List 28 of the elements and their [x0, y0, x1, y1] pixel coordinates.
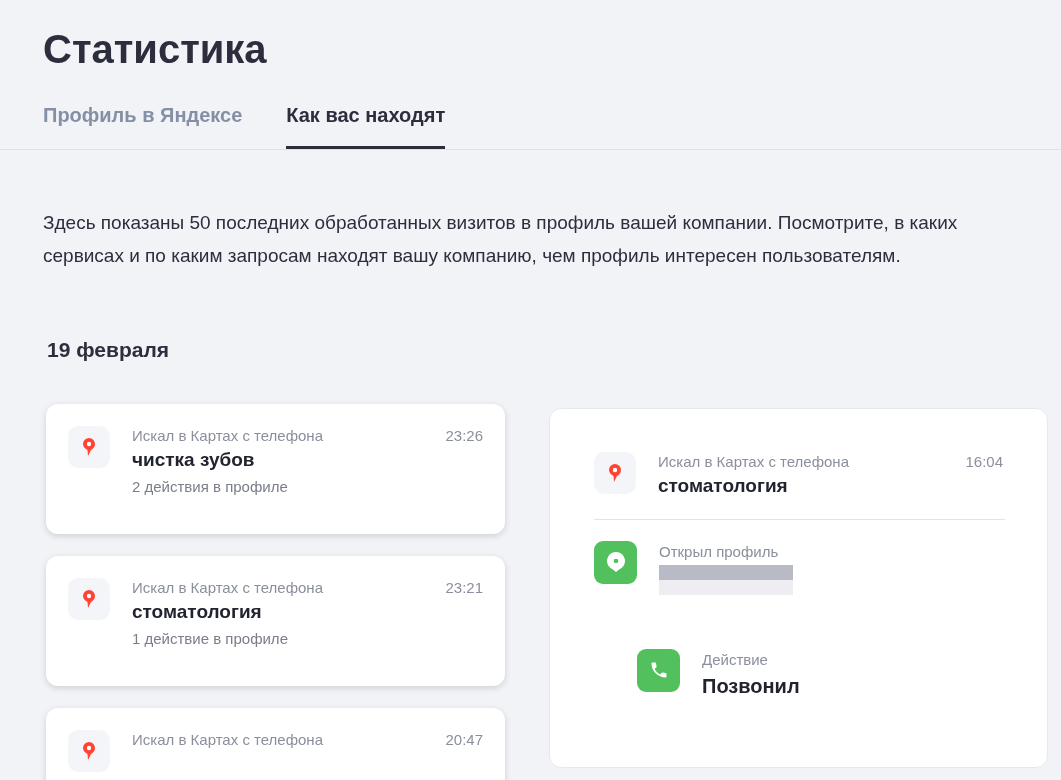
actions-count: 2 действия в профиле	[132, 476, 289, 497]
step-value: Позвонил	[702, 673, 800, 699]
search-query: чистка зубов	[132, 447, 256, 472]
visit-time: 23:26	[445, 425, 483, 446]
map-pin-icon	[68, 577, 110, 620]
source-label: Искал в Картах с телефона	[658, 451, 849, 472]
actions-count: 1 действие в профиле	[132, 628, 289, 649]
source-label: Искал в Картах с телефона	[132, 425, 323, 446]
source-label: Искал в Картах с телефона	[132, 729, 323, 750]
source-label: Искал в Картах с телефона	[132, 577, 323, 598]
visit-time: 20:47	[445, 729, 483, 750]
step-label: Открыл профиль	[659, 541, 780, 562]
map-pin-icon	[68, 729, 110, 772]
page-title: Статистика	[42, 26, 268, 73]
location-bubble-icon	[594, 540, 637, 584]
step-label: Действие	[702, 649, 769, 670]
map-pin-icon	[594, 451, 636, 494]
search-query: стоматология	[658, 473, 789, 498]
description-text: Здесь показаны 50 последних обработанных визитов в профиль вашей компании. Посмотрите, в каких сервисах и по каким запросам находят вашу компанию, чем профиль интересен пользователям.	[42, 211, 959, 268]
visit-time: 23:21	[445, 577, 483, 598]
map-pin-icon	[68, 425, 110, 468]
visit-card[interactable]: Искал в Картах с телефона 23:21 стоматология 1 действие в профиле	[46, 555, 505, 686]
date-heading: 19 февраля	[47, 337, 170, 363]
visit-card[interactable]: Искал в Картах с телефона 23:26 чистка зубов 2 действия в профиле	[46, 403, 505, 534]
tab[interactable]: Как вас находят	[286, 100, 446, 149]
phone-icon	[637, 648, 680, 692]
search-query: стоматология	[132, 599, 263, 624]
visit-time: 16:04	[965, 451, 1003, 472]
